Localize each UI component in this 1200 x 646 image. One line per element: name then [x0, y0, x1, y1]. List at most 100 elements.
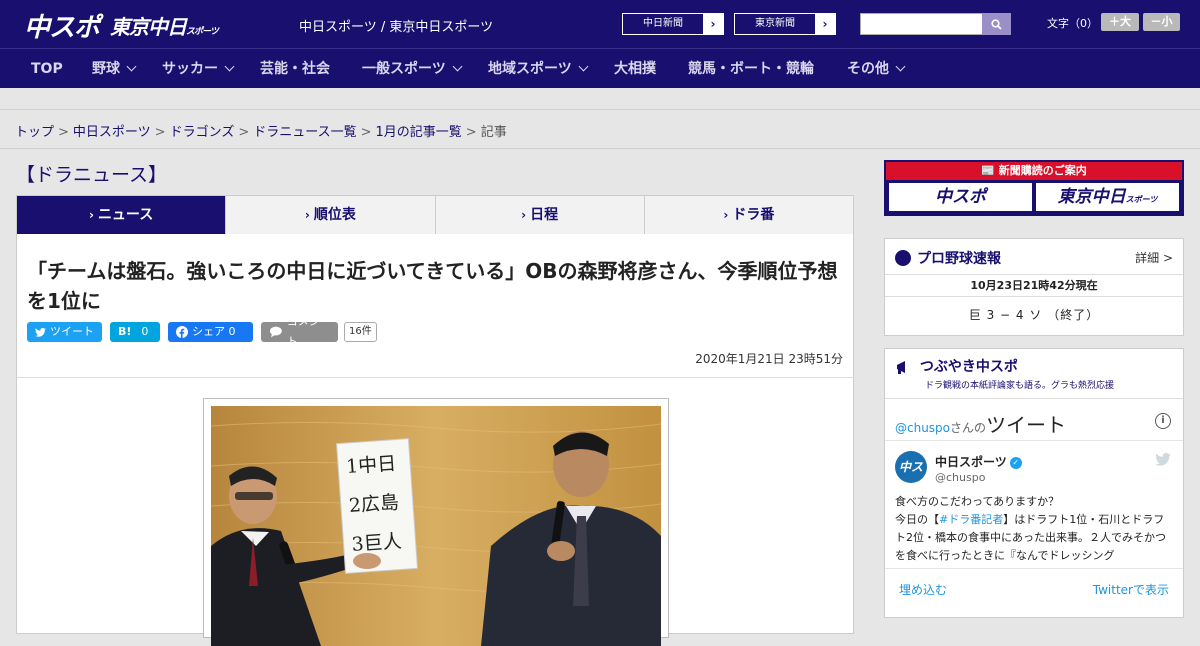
- hatena-bookmark-button[interactable]: B! 0: [110, 322, 160, 342]
- nav-label: サッカー: [162, 61, 218, 77]
- avatar[interactable]: 中ス: [895, 451, 927, 483]
- nav-item-other[interactable]: その他: [847, 49, 906, 89]
- nav-item-top[interactable]: TOP: [31, 49, 63, 89]
- tweet-text: 食べ方のこだわってありますか？ 今日の【#ドラ番記者】はドラフト1位・石川とドラ…: [895, 493, 1175, 565]
- tab-dora-ban[interactable]: › ドラ番: [645, 196, 853, 234]
- tokyo-chunichi-logo: 東京中日スポーツ: [1036, 183, 1179, 211]
- font-size-label: 文字（0）: [1047, 17, 1098, 30]
- nav-label: 一般スポーツ: [362, 61, 446, 77]
- chevron-down-icon: [895, 61, 906, 72]
- publish-date: 2020年1月21日 23時51分: [695, 352, 843, 366]
- newspaper-icon: 📰: [981, 164, 995, 177]
- breadcrumb-current: 記事: [480, 125, 507, 140]
- chuspo-logo[interactable]: 中スポ: [24, 7, 100, 44]
- view-on-twitter-link[interactable]: Twitterで表示: [1093, 581, 1169, 598]
- breadcrumb-separator: >: [465, 125, 477, 140]
- tab-label: ニュース: [97, 207, 154, 223]
- twitter-bird-icon: [1155, 453, 1171, 466]
- nav-label: 芸能・社会: [260, 61, 330, 77]
- tab-schedule[interactable]: › 日程: [436, 196, 645, 234]
- board-line-1: 1中日: [345, 453, 397, 478]
- board-line-3: 3巨人: [351, 530, 403, 555]
- site-title: 中日スポーツ / 東京中日スポーツ: [299, 20, 494, 35]
- article: 「チームは盤石。強いころの中日に近づいてきている」OBの森野将彦さん、今季順位予…: [16, 234, 855, 646]
- facebook-share-button[interactable]: シェア 0: [168, 322, 253, 342]
- chevron-down-icon: [224, 61, 235, 72]
- tsubuyaki-card: つぶやき中スポ ドラ観戦の本紙評論家も語る。グラも熱烈応援 @chuspoさんの…: [884, 348, 1184, 618]
- nav-item-local-sports[interactable]: 地域スポーツ: [488, 49, 589, 89]
- tweet-line: 食べ方のこだわってありますか？: [895, 495, 1060, 508]
- twitter-user-link[interactable]: @chuspo: [895, 421, 950, 435]
- tab-standings[interactable]: › 順位表: [226, 196, 436, 234]
- subscription-title: 📰 新聞購読のご案内: [886, 162, 1182, 180]
- dra-news-tabs: › ニュース › 順位表 › 日程 › ドラ番: [16, 195, 854, 242]
- main-nav: TOP 野球 サッカー 芸能・社会 一般スポーツ 地域スポーツ 大相撲 競馬・ボ…: [0, 48, 1200, 88]
- twitter-embed-header: @chuspoさんのツイート i: [885, 399, 1183, 441]
- article-photo[interactable]: 1中日 2広島 3巨人: [211, 406, 661, 646]
- tsubuyaki-title-text: つぶやき中スポ: [919, 359, 1018, 375]
- tweet-author[interactable]: 中日スポーツ ✓: [935, 453, 1022, 470]
- article-photo-frame: 1中日 2広島 3巨人: [203, 398, 669, 646]
- breadcrumb-link[interactable]: ドラゴンズ: [170, 125, 235, 140]
- megaphone-icon: [897, 361, 905, 374]
- verified-badge-icon: ✓: [1009, 456, 1022, 469]
- nav-item-sumo[interactable]: 大相撲: [614, 49, 656, 89]
- tab-label: 順位表: [313, 207, 356, 223]
- nav-item-entertainment[interactable]: 芸能・社会: [260, 49, 330, 89]
- board-line-2: 2広島: [348, 491, 400, 516]
- facebook-share-label: シェア 0: [192, 325, 236, 338]
- tsubuyaki-subtitle: ドラ観戦の本紙評論家も語る。グラも熱烈応援: [925, 381, 1115, 391]
- chevron-right-icon: ›: [815, 14, 835, 34]
- tweet-author-name: 中日スポーツ: [935, 455, 1007, 469]
- nav-label: TOP: [31, 61, 63, 77]
- chuspo-logo: 中スポ: [889, 183, 1032, 211]
- site-header: 中スポ 東京中日スポーツ 中日スポーツ / 東京中日スポーツ 中日新聞 › 東京…: [0, 0, 1200, 48]
- breadcrumb-link[interactable]: 中日スポーツ: [73, 125, 151, 140]
- nav-item-general-sports[interactable]: 一般スポーツ: [362, 49, 463, 89]
- baseball-icon: [895, 250, 911, 266]
- breadcrumb-link[interactable]: トップ: [15, 125, 54, 140]
- baseball-details-link[interactable]: 詳細 >: [1135, 249, 1173, 266]
- tab-news[interactable]: › ニュース: [17, 196, 227, 242]
- tokyo-shimbun-link[interactable]: 東京新聞 ›: [734, 13, 836, 35]
- tokyo-logo-sub: スポーツ: [1125, 195, 1158, 204]
- breadcrumb-link[interactable]: ドラニュース一覧: [253, 125, 356, 140]
- info-icon[interactable]: i: [1155, 413, 1171, 429]
- chunichi-shimbun-link[interactable]: 中日新聞 ›: [622, 13, 724, 35]
- font-smaller-button[interactable]: －小: [1143, 13, 1180, 31]
- twitter-embed-footer: 埋め込む Twitterで表示: [885, 569, 1183, 609]
- nav-label: 野球: [92, 61, 120, 77]
- header-spacer: [0, 88, 1200, 110]
- search-icon: [991, 18, 1002, 30]
- subscription-banner[interactable]: 📰 新聞購読のご案内 中スポ 東京中日スポーツ: [884, 160, 1184, 216]
- tweet-label: ツイート: [50, 325, 94, 338]
- tokyo-logo-sub: スポーツ: [186, 27, 219, 37]
- tokyo-chunichi-logo[interactable]: 東京中日スポーツ: [110, 11, 219, 40]
- breadcrumb-separator: >: [360, 125, 372, 140]
- game-score[interactable]: 巨 3 − 4 ソ （終了）: [885, 297, 1183, 333]
- search-button[interactable]: [982, 13, 1011, 35]
- search-input[interactable]: [860, 13, 983, 35]
- tweet-button[interactable]: ツイート: [27, 322, 102, 342]
- tokyo-shimbun-label: 東京新聞: [755, 18, 795, 29]
- tab-label: 日程: [530, 207, 559, 223]
- tweet-handle[interactable]: @chuspo: [935, 471, 985, 484]
- chevron-right-icon: ›: [723, 208, 729, 222]
- comment-count[interactable]: 16件: [344, 322, 377, 342]
- nav-item-keiba[interactable]: 競馬・ボート・競輪: [688, 49, 814, 89]
- breadcrumb-link[interactable]: 1月の記事一覧: [376, 125, 462, 140]
- share-bar: ツイート B! 0 シェア 0 コメント 16件: [27, 315, 377, 348]
- tokyo-logo-text: 東京中日: [110, 15, 187, 39]
- chevron-down-icon: [126, 61, 137, 72]
- comment-button[interactable]: コメント: [261, 315, 338, 348]
- embed-link[interactable]: 埋め込む: [899, 581, 947, 598]
- divider: [0, 148, 1200, 149]
- nav-item-soccer[interactable]: サッカー: [162, 49, 235, 89]
- chevron-down-icon: [578, 61, 589, 72]
- hashtag-link[interactable]: #ドラ番記者: [939, 513, 1003, 526]
- tweet-item[interactable]: 中ス 中日スポーツ ✓ @chuspo 食べ方のこだわってありますか？ 今日の【#…: [885, 441, 1183, 569]
- breadcrumb: トップ > 中日スポーツ > ドラゴンズ > ドラニュース一覧 >1月の記事一覧 > 記事: [15, 121, 507, 140]
- font-larger-button[interactable]: ＋大: [1101, 13, 1139, 31]
- nav-item-baseball[interactable]: 野球: [92, 49, 137, 89]
- twitter-embed-label: ツイート: [986, 413, 1067, 437]
